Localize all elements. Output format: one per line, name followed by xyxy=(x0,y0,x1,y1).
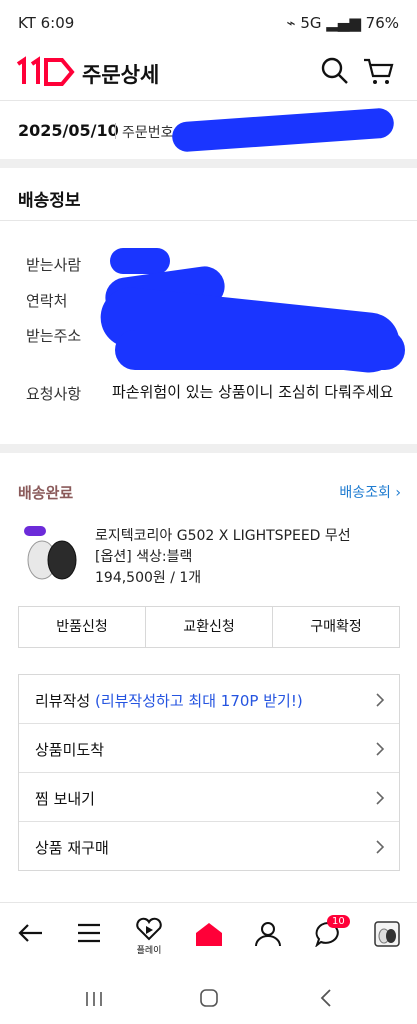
play-label: 플레이 xyxy=(136,946,162,956)
return-request-button[interactable]: 반품신청 xyxy=(19,607,146,647)
play-heart-icon xyxy=(136,917,162,941)
brand-logo[interactable] xyxy=(14,56,76,92)
product-option: [옵션] 색상:블랙 xyxy=(95,549,193,565)
home-icon[interactable] xyxy=(194,921,224,951)
signal-icon: ⌁ 5G ▂▄▆ xyxy=(286,14,361,32)
chevron-right-icon xyxy=(375,839,385,859)
request-label: 요청사항 xyxy=(26,385,82,403)
status-time: KT 6:09 xyxy=(18,14,75,32)
chevron-right-icon xyxy=(375,741,385,761)
back-icon[interactable] xyxy=(319,988,333,1012)
menu-icon[interactable] xyxy=(76,921,102,949)
write-review-item[interactable]: 리뷰작성 (리뷰작성하고 최대 170P 받기!) xyxy=(19,675,399,724)
notification-badge: 10 xyxy=(327,915,350,928)
review-promo: (리뷰작성하고 최대 170P 받기!) xyxy=(94,692,303,710)
contact-label: 연락처 xyxy=(26,292,68,310)
redaction-mark xyxy=(110,248,170,274)
divider xyxy=(115,123,116,139)
order-number-label: 주문번호 xyxy=(122,125,174,141)
item-not-received[interactable]: 상품미도착 xyxy=(19,724,399,773)
confirm-purchase-button[interactable]: 구매확정 xyxy=(273,607,399,647)
user-icon[interactable] xyxy=(254,921,282,951)
back-arrow-icon[interactable] xyxy=(16,921,44,949)
chevron-right-icon xyxy=(375,692,385,712)
system-navigation-bar xyxy=(0,974,417,1024)
address-label: 받는주소 xyxy=(26,327,82,345)
order-action-buttons: 반품신청 교환신청 구매확정 xyxy=(18,606,400,648)
bottom-navigation: 플레이 10 xyxy=(0,902,417,975)
order-summary-row: 2025/05/10 주문번호 xyxy=(0,101,417,159)
section-divider xyxy=(0,444,417,453)
redaction-mark xyxy=(171,107,395,153)
recent-apps-icon[interactable] xyxy=(84,990,104,1012)
search-icon[interactable] xyxy=(320,56,350,90)
delivery-status: 배송완료 xyxy=(18,484,74,502)
product-thumbnail[interactable] xyxy=(20,522,80,582)
product-price: 194,500원 / 1개 xyxy=(95,570,202,586)
exchange-request-button[interactable]: 교환신청 xyxy=(146,607,273,647)
status-battery: ⌁ 5G ▂▄▆ 76% xyxy=(286,14,399,32)
track-shipment-link[interactable]: 배송조회 › xyxy=(339,482,401,502)
share-wish-item[interactable]: 찜 보내기 xyxy=(19,773,399,822)
shipping-section-title: 배송정보 xyxy=(18,191,81,211)
request-value: 파손위험이 있는 상품이니 조심히 다뤄주세요 xyxy=(112,383,394,401)
page-title: 주문상세 xyxy=(82,63,160,87)
home-button-icon[interactable] xyxy=(199,988,219,1012)
play-tab[interactable]: 플레이 xyxy=(133,917,165,956)
product-name[interactable]: 로지텍코리아 G502 X LIGHTSPEED 무선 xyxy=(95,525,351,545)
recent-item-thumbnail[interactable] xyxy=(374,921,400,951)
cart-icon[interactable] xyxy=(362,56,394,90)
status-bar: KT 6:09 ⌁ 5G ▂▄▆ 76% xyxy=(0,0,417,46)
section-divider xyxy=(0,159,417,168)
header: 주문상세 xyxy=(0,46,417,101)
recipient-label: 받는사람 xyxy=(26,256,82,274)
order-date: 2025/05/10 xyxy=(18,121,119,140)
redaction-mark xyxy=(115,330,405,370)
review-label: 리뷰작성 xyxy=(35,692,91,710)
rebuy-item[interactable]: 상품 재구매 xyxy=(19,822,399,870)
chat-icon[interactable]: 10 xyxy=(314,915,350,951)
order-menu-list: 리뷰작성 (리뷰작성하고 최대 170P 받기!) 상품미도착 찜 보내기 상품… xyxy=(18,674,400,871)
divider xyxy=(0,220,417,221)
chevron-right-icon xyxy=(375,790,385,810)
